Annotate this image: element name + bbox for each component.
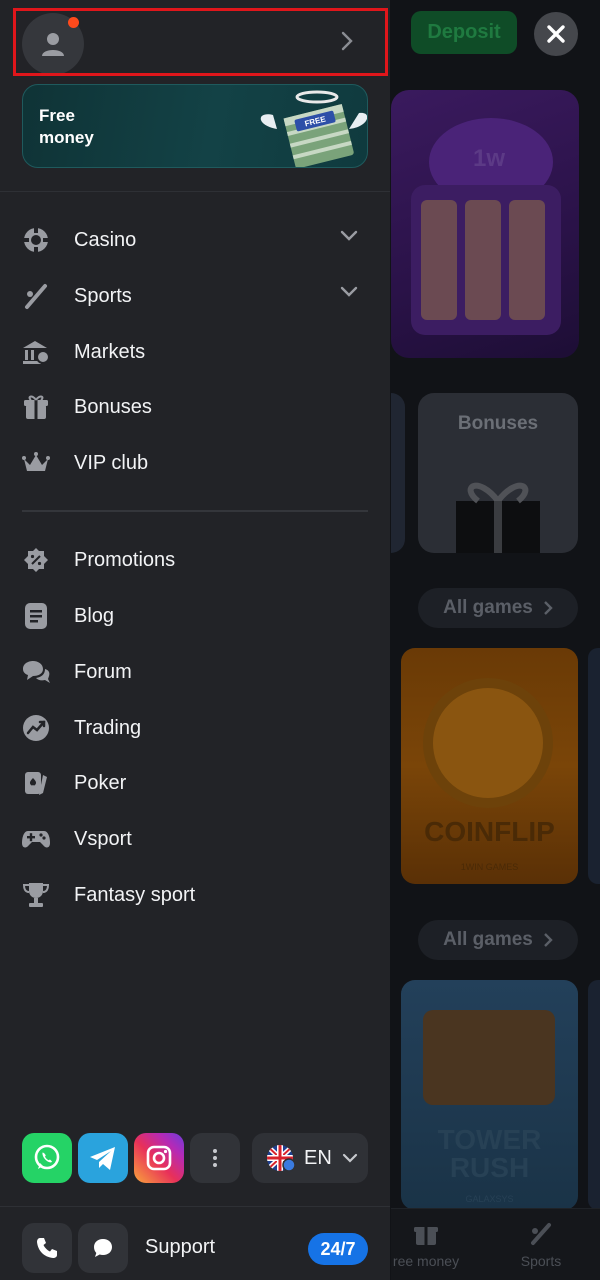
slot-machine-art — [411, 118, 561, 335]
casino-chip-icon — [16, 220, 56, 260]
support-hours-badge: 24/7 — [308, 1233, 368, 1265]
more-dots-icon — [213, 1149, 217, 1167]
coin-art — [423, 678, 553, 808]
coinflip-title: COINFLIP — [424, 816, 555, 847]
instagram-button[interactable] — [134, 1133, 184, 1183]
chevron-down-icon[interactable] — [340, 230, 358, 242]
menu-item-forum[interactable]: Forum — [22, 644, 368, 700]
divider — [0, 191, 390, 192]
menu-item-label: VIP club — [74, 451, 149, 474]
instagram-icon — [146, 1145, 172, 1171]
coinflip-card[interactable]: COINFLIP 1WIN GAMES — [401, 648, 578, 884]
partial-game-card[interactable] — [588, 980, 600, 1210]
menu-item-label: Promotions — [74, 548, 176, 571]
tower-rush-subtitle: GALAXSYS — [465, 1194, 514, 1204]
menu-item-promotions[interactable]: Promotions — [22, 532, 368, 588]
menu-item-fantasy-sport[interactable]: Fantasy sport — [22, 867, 368, 923]
sports-icon — [16, 276, 56, 316]
phone-icon — [37, 1238, 57, 1258]
menu-item-markets[interactable]: Markets — [22, 324, 368, 380]
chevron-right-icon — [341, 31, 353, 51]
bonuses-card-title: Bonuses — [457, 413, 539, 434]
whatsapp-button[interactable] — [22, 1133, 72, 1183]
menu-item-label: Fantasy sport — [74, 883, 196, 906]
deposit-button[interactable]: Deposit — [411, 11, 517, 54]
close-menu-button[interactable] — [534, 12, 578, 56]
bonuses-card[interactable]: Bonuses — [418, 393, 578, 553]
telegram-icon — [90, 1147, 115, 1170]
crown-icon — [16, 443, 56, 483]
menu-item-vip-club[interactable]: VIP club — [22, 435, 368, 491]
language-label: EN — [304, 1146, 332, 1169]
nav-item-free-money[interactable]: ree money — [391, 1219, 461, 1269]
chest-art — [423, 1010, 555, 1105]
telegram-button[interactable] — [78, 1133, 128, 1183]
profile-row[interactable] — [13, 8, 388, 76]
menu-item-label: Bonuses — [74, 395, 152, 418]
chevron-down-icon — [342, 1153, 357, 1163]
markets-icon — [16, 332, 56, 372]
uk-flag-icon — [267, 1145, 296, 1172]
blog-icon — [16, 596, 56, 636]
tower-rush-title: TOWER RUSH — [437, 1124, 542, 1183]
chevron-down-icon[interactable] — [340, 286, 358, 298]
chat-bubble-icon — [94, 1239, 112, 1257]
menu-item-label: Vsport — [74, 827, 132, 850]
chat-support-button[interactable] — [78, 1223, 128, 1273]
gift-icon — [16, 387, 56, 427]
sports-icon — [531, 1223, 551, 1245]
gift-icon — [414, 1227, 438, 1245]
all-games-label: All games — [443, 597, 533, 618]
all-games-button[interactable]: All games — [418, 920, 578, 960]
free-money-banner[interactable]: Free money FREE — [22, 84, 368, 168]
slot-logo: 1w — [473, 145, 506, 172]
menu-item-label: Casino — [74, 228, 137, 251]
menu-item-vsport[interactable]: Vsport — [22, 811, 368, 867]
language-selector[interactable]: EN — [252, 1133, 368, 1183]
divider — [22, 510, 368, 512]
all-games-button[interactable]: All games — [418, 588, 578, 628]
menu-item-bonuses[interactable]: Bonuses — [22, 379, 368, 435]
menu-item-label: Poker — [74, 771, 127, 794]
menu-item-casino[interactable]: Casino — [22, 212, 368, 268]
trophy-icon — [16, 875, 56, 915]
slot-game-card[interactable]: 1w — [391, 90, 579, 358]
menu-item-trading[interactable]: Trading — [22, 700, 368, 756]
close-icon — [547, 25, 565, 43]
gamepad-icon — [16, 819, 56, 859]
free-money-text: Free money — [39, 106, 94, 147]
all-games-label: All games — [443, 929, 533, 950]
menu-item-label: Markets — [74, 340, 146, 363]
partial-game-card[interactable] — [391, 393, 405, 553]
tower-rush-card[interactable]: TOWER RUSH GALAXSYS — [401, 980, 578, 1210]
coinflip-subtitle: 1WIN GAMES — [460, 862, 519, 872]
menu-item-label: Blog — [74, 604, 115, 627]
whatsapp-icon — [34, 1144, 60, 1170]
promo-badge-icon — [16, 540, 56, 580]
support-label[interactable]: Support — [145, 1236, 215, 1259]
chevron-right-icon — [544, 601, 553, 615]
menu-item-label: Trading — [74, 716, 142, 739]
bottom-navigation: ree money Sports — [391, 1208, 600, 1280]
menu-item-label: Forum — [74, 660, 132, 683]
money-stack-art: FREE — [260, 90, 367, 167]
partial-game-card[interactable] — [588, 648, 600, 884]
call-support-button[interactable] — [22, 1223, 72, 1273]
forum-icon — [16, 652, 56, 692]
more-socials-button[interactable] — [190, 1133, 240, 1183]
poker-cards-icon — [16, 763, 56, 803]
chevron-right-icon — [544, 933, 553, 947]
divider — [0, 1206, 390, 1207]
menu-item-poker[interactable]: Poker — [22, 755, 368, 811]
gift-box-art — [456, 482, 540, 553]
nav-item-sports[interactable]: Sports — [506, 1219, 576, 1269]
trading-icon — [16, 708, 56, 748]
side-menu: Free money FREE Casino Sports Markets Bo… — [0, 0, 390, 1280]
menu-item-sports[interactable]: Sports — [22, 268, 368, 324]
menu-item-label: Sports — [74, 284, 132, 307]
menu-item-blog[interactable]: Blog — [22, 588, 368, 644]
